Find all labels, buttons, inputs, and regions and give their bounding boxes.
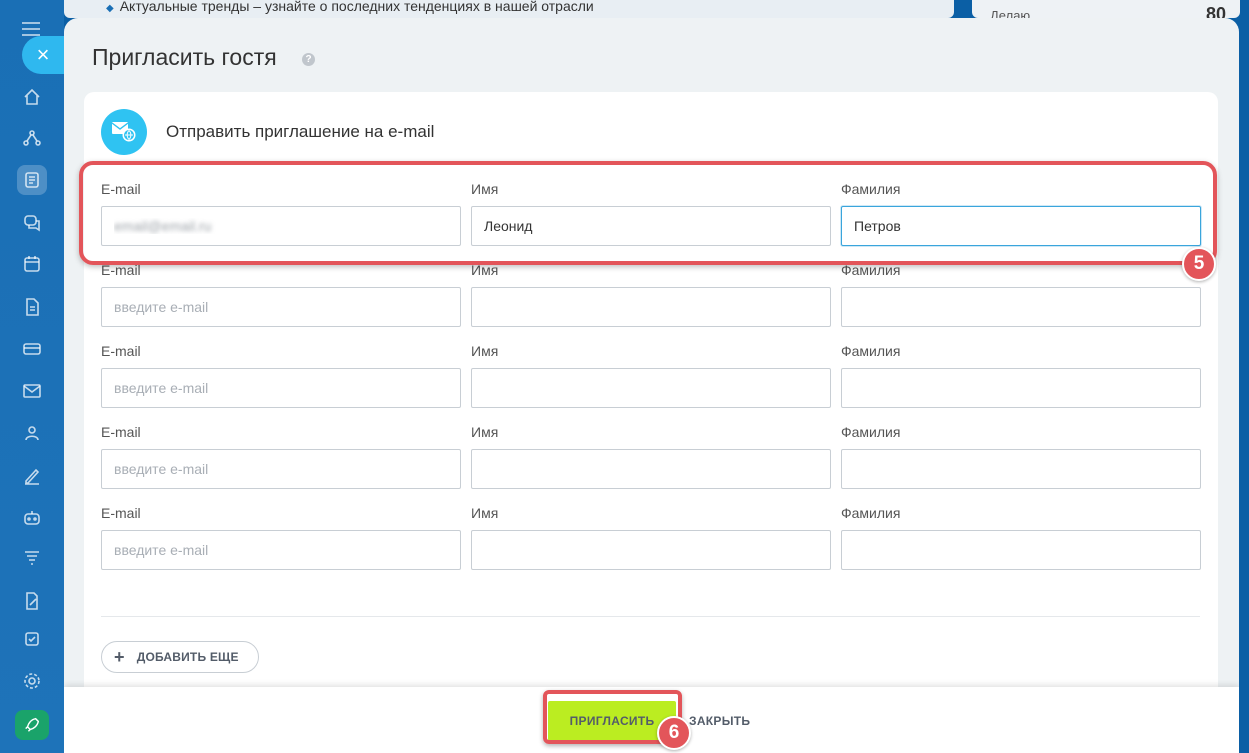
first-name-input[interactable]	[471, 287, 831, 327]
help-icon[interactable]: ?	[302, 53, 315, 66]
first-name-label: Имя	[471, 424, 499, 440]
background-feed-text: Актуальные тренды – узнайте о последних …	[119, 0, 594, 14]
last-name-input[interactable]	[841, 530, 1201, 570]
first-name-label: Имя	[471, 343, 499, 359]
first-name-field-group: Имя	[471, 505, 831, 570]
email-input[interactable]	[101, 368, 461, 408]
email-input[interactable]	[101, 449, 461, 489]
close-button[interactable]: ЗАКРЫТЬ	[689, 714, 750, 728]
home-icon[interactable]	[17, 82, 47, 112]
widget-value: 80	[1205, 4, 1226, 18]
rocket-icon[interactable]	[15, 710, 49, 740]
first-name-input[interactable]	[471, 530, 831, 570]
robot-icon[interactable]	[17, 502, 47, 532]
section-title: Отправить приглашение на e-mail	[166, 122, 435, 141]
first-name-label: Имя	[471, 262, 499, 278]
edit-icon[interactable]	[17, 586, 47, 616]
last-name-input[interactable]	[841, 449, 1201, 489]
background-feed-strip: ◆ Актуальные тренды – узнайте о последних…	[64, 0, 954, 18]
last-name-input[interactable]	[841, 287, 1201, 327]
add-more-button[interactable]: + ДОБАВИТЬ ЕЩЕ	[101, 641, 259, 673]
last-name-label: Фамилия	[841, 262, 901, 278]
last-name-field-group: Фамилия	[841, 505, 1201, 570]
invite-row: E-mail Имя Фамилия	[101, 262, 1201, 342]
close-icon: ×	[36, 42, 50, 67]
step-badge-6: 6	[657, 716, 691, 750]
contacts-icon[interactable]	[17, 418, 47, 448]
drive-icon[interactable]	[17, 334, 47, 364]
last-name-input[interactable]	[841, 368, 1201, 408]
first-name-field-group: Имя	[471, 424, 831, 489]
email-label: E-mail	[101, 343, 141, 359]
feed-icon[interactable]	[17, 165, 47, 195]
invite-guest-modal: Пригласить гостя ? Отправить приглашение…	[64, 18, 1239, 753]
close-slider-button[interactable]: ×	[22, 36, 64, 74]
modal-title: Пригласить гостя	[92, 44, 277, 70]
invite-card: Отправить приглашение на e-mail E-mail И…	[79, 92, 1218, 732]
left-sidebar	[0, 0, 64, 753]
last-name-field-group: Фамилия	[841, 424, 1201, 489]
add-more-label: ДОБАВИТЬ ЕЩЕ	[136, 650, 239, 664]
calendar-icon[interactable]	[17, 249, 47, 279]
divider	[101, 616, 1200, 617]
first-name-input[interactable]	[471, 449, 831, 489]
last-name-label: Фамилия	[841, 343, 901, 359]
first-name-field-group: Имя	[471, 343, 831, 408]
email-label: E-mail	[101, 424, 141, 440]
widget-label: Делаю	[990, 8, 1031, 18]
last-name-field-group: Фамилия	[841, 343, 1201, 408]
settings-icon[interactable]	[17, 666, 47, 696]
invite-row: E-mail Имя Фамилия	[101, 343, 1201, 423]
first-name-label: Имя	[471, 505, 499, 521]
email-label: E-mail	[101, 505, 141, 521]
email-field-group: E-mail	[101, 424, 461, 489]
email-field-group: E-mail	[101, 505, 461, 570]
last-name-label: Фамилия	[841, 424, 901, 440]
row-highlight-frame	[79, 161, 1217, 265]
email-label: E-mail	[101, 262, 141, 278]
last-name-label: Фамилия	[841, 505, 901, 521]
email-input[interactable]	[101, 287, 461, 327]
email-field-group: E-mail	[101, 343, 461, 408]
background-widget: Делаю 80	[972, 0, 1240, 18]
modal-footer: ПРИГЛАСИТЬ 6 ЗАКРЫТЬ	[64, 687, 1239, 753]
first-name-input[interactable]	[471, 368, 831, 408]
sign-icon[interactable]	[17, 460, 47, 490]
mail-icon[interactable]	[17, 376, 47, 406]
network-icon[interactable]	[17, 124, 47, 154]
diamond-icon: ◆	[106, 3, 114, 14]
filter-icon[interactable]	[17, 543, 47, 573]
invite-row: E-mail Имя Фамилия	[101, 424, 1201, 504]
plus-icon: +	[114, 647, 125, 667]
invite-row: E-mail Имя Фамилия	[101, 505, 1201, 585]
last-name-field-group: Фамилия	[841, 262, 1201, 327]
step-badge-5: 5	[1182, 247, 1216, 281]
first-name-field-group: Имя	[471, 262, 831, 327]
email-field-group: E-mail	[101, 262, 461, 327]
email-input[interactable]	[101, 530, 461, 570]
document-icon[interactable]	[17, 292, 47, 322]
email-globe-icon	[101, 109, 147, 155]
chat-icon[interactable]	[17, 207, 47, 237]
tasks-icon[interactable]	[17, 624, 47, 654]
menu-icon[interactable]	[22, 22, 40, 36]
